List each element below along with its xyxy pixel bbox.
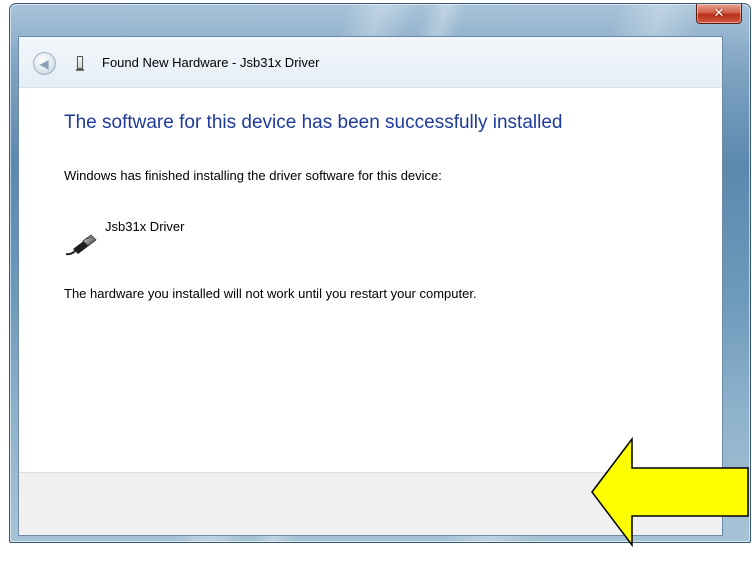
device-name: Jsb31x Driver [105,219,185,234]
back-arrow-icon: ◀ [39,56,49,71]
close-button[interactable]: ✕ [696,4,742,24]
window-title: Found New Hardware - Jsb31x Driver [102,55,320,70]
hardware-icon [76,56,84,71]
restart-notice: The hardware you installed will not work… [64,286,477,301]
back-button[interactable]: ◀ [33,52,56,75]
screenshot: ✕ ◀ Found New Hardware - Jsb31x Driver T… [0,0,752,565]
usb-cable-icon [65,234,97,256]
yellow-callout-arrow [591,436,749,548]
wizard-header: ◀ Found New Hardware - Jsb31x Driver [19,37,722,88]
close-icon: ✕ [713,6,725,21]
wizard-body: The software for this device has been su… [19,88,722,473]
intro-text: Windows has finished installing the driv… [64,168,442,183]
page-title: The software for this device has been su… [64,112,563,133]
